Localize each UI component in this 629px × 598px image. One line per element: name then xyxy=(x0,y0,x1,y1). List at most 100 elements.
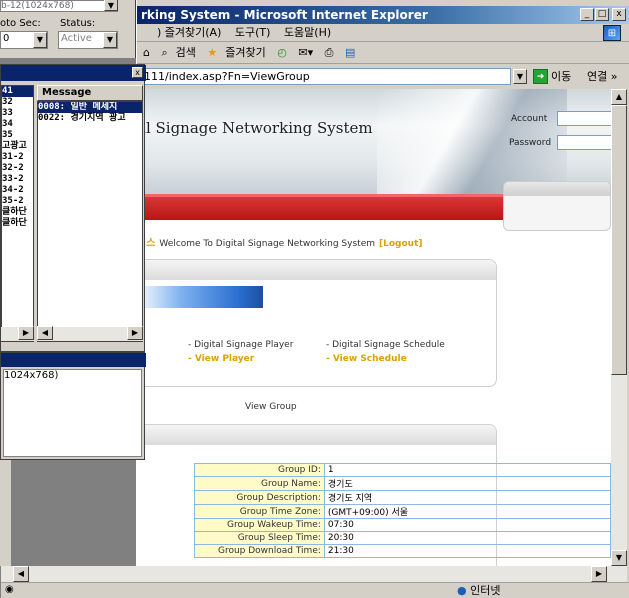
row-label: Group Description: xyxy=(194,490,325,505)
list-item[interactable]: 클하단 xyxy=(2,207,33,218)
go-arrow-icon[interactable]: ➜ xyxy=(533,69,548,84)
home-icon[interactable]: ⌂ xyxy=(143,46,150,59)
scroll-up-icon[interactable]: ▲ xyxy=(611,89,627,105)
scroll-down-icon[interactable]: ▼ xyxy=(611,550,627,566)
logout-link[interactable]: [Logout] xyxy=(379,239,422,249)
list-item[interactable]: 32 xyxy=(2,97,33,108)
list-item[interactable]: 35 xyxy=(2,130,33,141)
close-icon[interactable]: x xyxy=(132,67,143,78)
list-item[interactable]: 33 xyxy=(2,108,33,119)
menu-panel: - Digital Signage Player - View Player -… xyxy=(137,259,497,387)
scroll-right-icon[interactable]: ▶ xyxy=(18,326,34,340)
list-item[interactable]: 34 xyxy=(2,119,33,130)
horizontal-scrollbar[interactable]: ▶ xyxy=(1,326,34,341)
password-input[interactable] xyxy=(557,135,611,150)
ie-menu-bar: ) 즐겨찾기(A) 도구(T) 도움말(H) xyxy=(137,24,629,42)
table-row: Group Download Time: 21:30 xyxy=(194,544,611,558)
table-row: Group Name: 경기도 xyxy=(194,476,611,491)
row-value: 07:30 xyxy=(323,518,611,532)
row-value: 1 xyxy=(323,463,611,477)
address-input[interactable]: 111/index.asp?Fn=ViewGroup xyxy=(141,68,511,85)
photo-sec-label: oto Sec: xyxy=(0,18,41,29)
row-value: 경기도 xyxy=(323,476,611,491)
row-label: Group Download Time: xyxy=(194,544,325,558)
welcome-bar: 시스 Welcome To Digital Signage Networking … xyxy=(137,234,422,249)
message-column-header[interactable]: Message xyxy=(37,85,143,101)
print-icon[interactable]: ⎙ xyxy=(325,46,334,59)
menu-tools[interactable]: 도구(T) xyxy=(235,26,271,39)
left-app-edge xyxy=(0,460,12,566)
scroll-right-icon[interactable]: ▶ xyxy=(591,566,607,582)
list-item[interactable]: 0022: 경기지역 광고 xyxy=(38,113,142,124)
list-item[interactable]: 32-2 xyxy=(2,163,33,174)
preview-panel: 1024x768) xyxy=(0,352,146,460)
vertical-scrollbar[interactable]: ▲ ▼ xyxy=(611,89,627,566)
status-value: Active xyxy=(61,33,92,44)
page-icon: ◉ xyxy=(5,584,14,595)
scroll-left-icon[interactable]: ◀ xyxy=(37,326,53,340)
table-row: Group ID: 1 xyxy=(194,463,611,477)
page-content: al Signage Networking System Account Pas… xyxy=(137,89,611,566)
mail-icon[interactable]: ✉▾ xyxy=(298,46,313,59)
row-label: Group Name: xyxy=(194,476,325,491)
zone-label: 인터넷 xyxy=(470,584,501,597)
table-row: Group Sleep Time: 20:30 xyxy=(194,531,611,545)
list-item[interactable]: 41 xyxy=(2,86,33,97)
ie-title-bar[interactable]: rking System - Microsoft Internet Explor… xyxy=(137,6,629,24)
list-item[interactable]: 34-2 xyxy=(2,185,33,196)
scroll-thumb[interactable] xyxy=(611,105,627,375)
chevron-down-icon[interactable]: ▼ xyxy=(513,69,527,84)
table-row: Group Time Zone: (GMT+09:00) 서울 xyxy=(194,504,611,519)
horizontal-scrollbar[interactable]: ◀ ▶ xyxy=(1,566,627,582)
ie-window: rking System - Microsoft Internet Explor… xyxy=(1,0,629,598)
scroll-left-icon[interactable]: ◀ xyxy=(13,566,29,582)
welcome-text: Welcome To Digital Signage Networking Sy… xyxy=(159,239,375,249)
content-list-panel: x 41 32 33 34 35 고광고 31-2 32-2 33-2 34-2… xyxy=(0,64,146,352)
scroll-right-icon[interactable]: ▶ xyxy=(127,326,143,340)
table-row: Group Description: 경기도 지역 xyxy=(194,490,611,505)
list-item[interactable]: 33-2 xyxy=(2,174,33,185)
resolution-combo[interactable]: b-12(1024x768) xyxy=(0,0,118,12)
edit-icon[interactable]: ▤ xyxy=(345,46,355,59)
list-item[interactable]: 35-2 xyxy=(2,196,33,207)
links-button[interactable]: 연결 » xyxy=(587,69,617,84)
player-menu-title: - Digital Signage Player xyxy=(188,340,294,350)
row-value: (GMT+09:00) 서울 xyxy=(323,504,611,519)
list-item[interactable]: 클하단 xyxy=(2,218,33,229)
side-card-header xyxy=(504,182,610,196)
search-icon: ⌕ xyxy=(161,46,168,59)
message-list[interactable]: 0008: 일반 메세지 0022: 경기지역 광고 xyxy=(37,101,143,342)
account-input[interactable] xyxy=(557,111,611,126)
chevron-down-icon[interactable]: ▼ xyxy=(103,32,117,48)
account-label: Account xyxy=(511,114,548,124)
search-button[interactable]: 검색 xyxy=(176,46,196,59)
view-player-link[interactable]: - View Player xyxy=(188,354,254,364)
close-button[interactable]: x xyxy=(612,8,626,21)
chevron-down-icon[interactable]: ▼ xyxy=(104,0,118,11)
star-icon: ★ xyxy=(207,46,218,59)
maximize-button[interactable]: □ xyxy=(595,8,609,21)
group-panel-header xyxy=(137,425,496,445)
photo-sec-select[interactable]: 0 ▼ xyxy=(0,31,48,49)
side-card xyxy=(503,181,611,231)
go-button[interactable]: 이동 xyxy=(551,69,571,84)
list-item[interactable]: 고광고 xyxy=(2,141,33,152)
menu-favorites[interactable]: ) 즐겨찾기(A) xyxy=(157,26,221,39)
status-select[interactable]: Active ▼ xyxy=(58,31,118,49)
row-value: 21:30 xyxy=(323,544,611,558)
menu-help[interactable]: 도움말(H) xyxy=(284,26,331,39)
view-schedule-link[interactable]: - View Schedule xyxy=(326,354,407,364)
row-value: 경기도 지역 xyxy=(323,490,611,505)
list-item[interactable]: 31-2 xyxy=(2,152,33,163)
row-label: Group Sleep Time: xyxy=(194,531,325,545)
horizontal-scrollbar[interactable]: ◀ ▶ xyxy=(37,326,143,341)
favorites-button[interactable]: 즐겨찾기 xyxy=(225,46,265,59)
row-value: 20:30 xyxy=(323,531,611,545)
content-list[interactable]: 41 32 33 34 35 고광고 31-2 32-2 33-2 34-2 3… xyxy=(1,85,34,342)
history-icon[interactable]: ◴ xyxy=(277,46,287,59)
panel-title-bar xyxy=(1,353,146,367)
list-item[interactable]: 0008: 일반 메세지 xyxy=(38,102,142,113)
preview-box: 1024x768) xyxy=(3,369,142,457)
minimize-button[interactable]: _ xyxy=(580,8,594,21)
chevron-down-icon[interactable]: ▼ xyxy=(33,32,47,48)
